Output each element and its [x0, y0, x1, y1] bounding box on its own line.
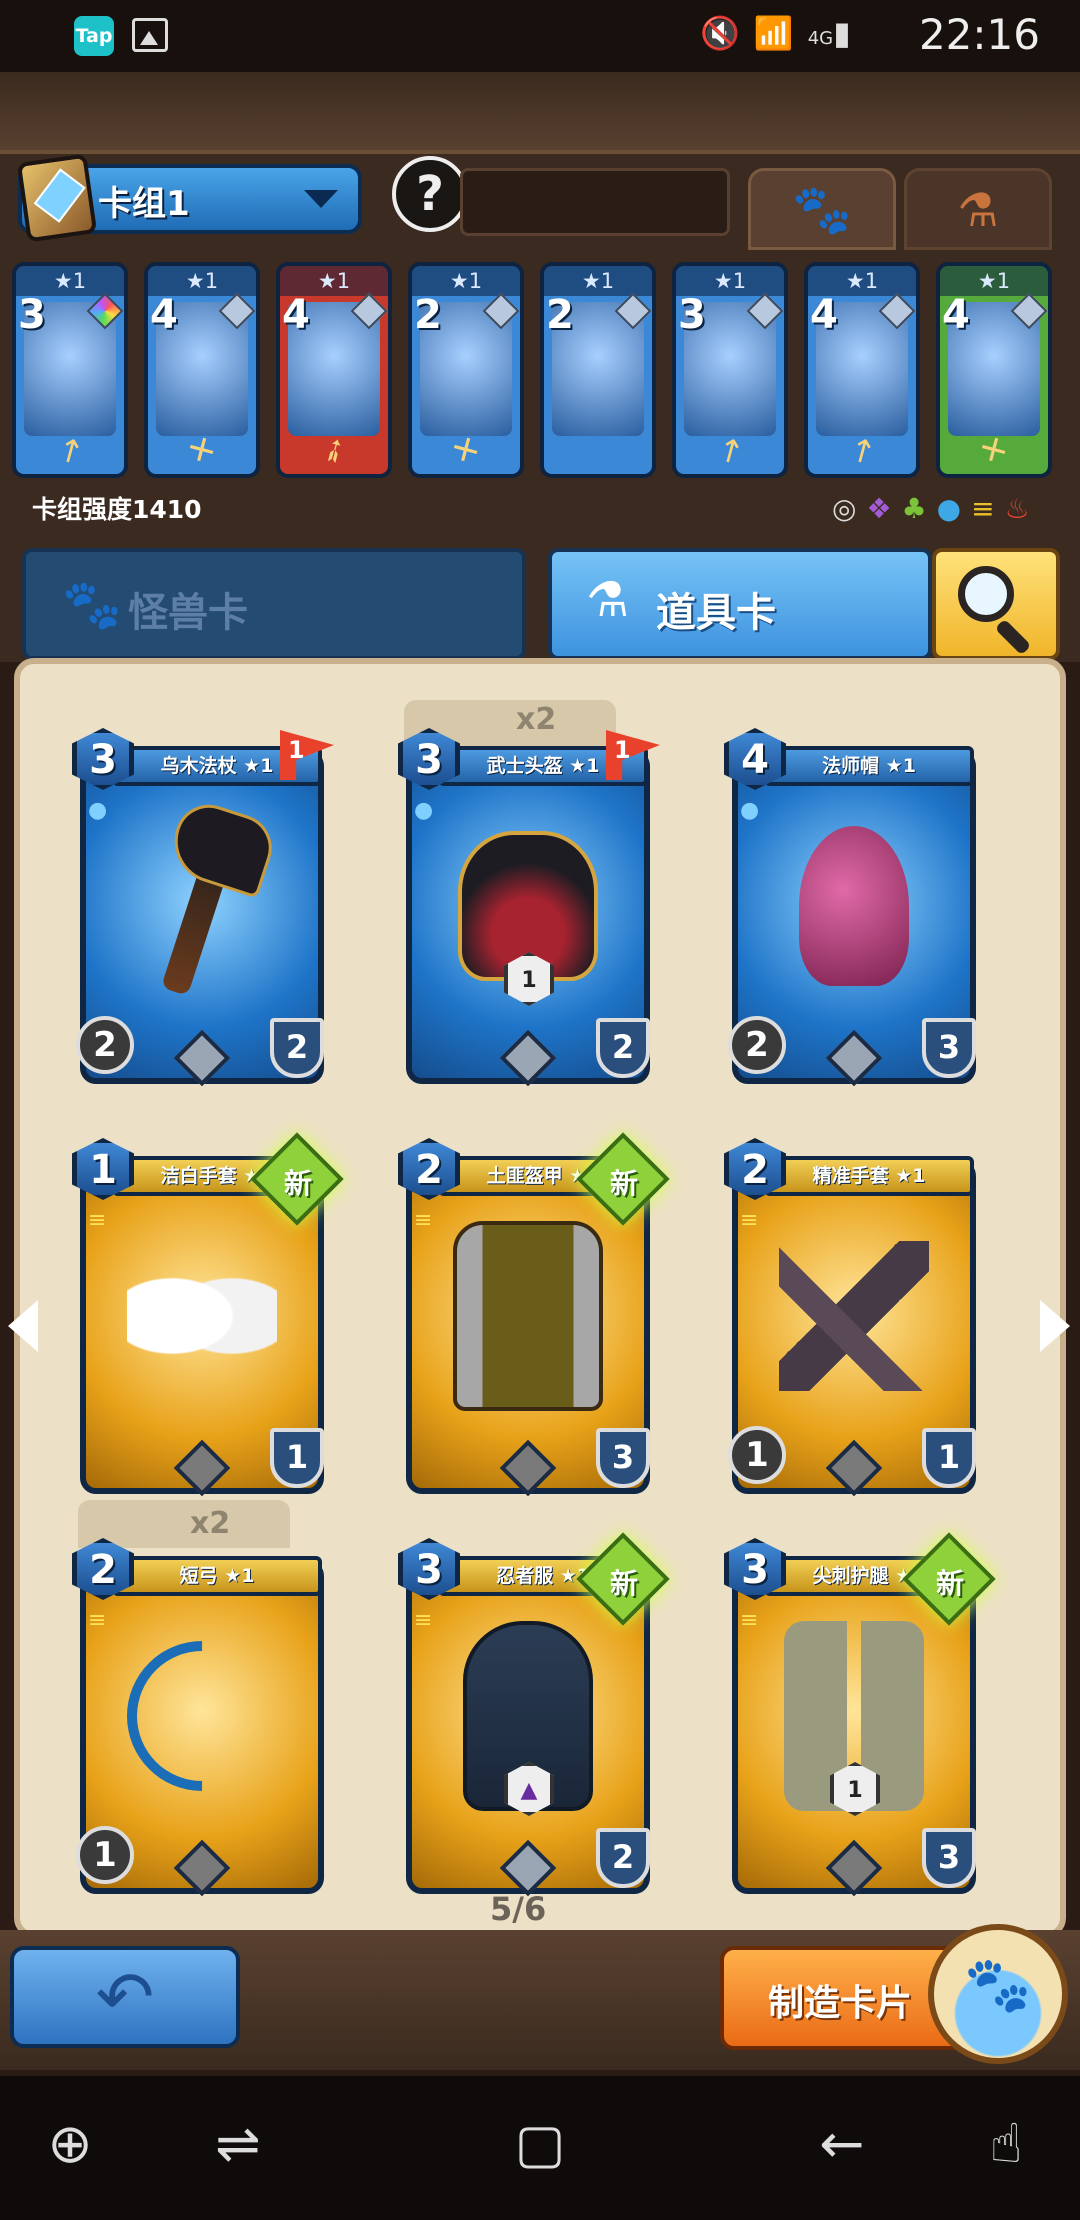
new-badge-label: 新: [609, 1567, 638, 1600]
previous-page-arrow[interactable]: [8, 1300, 38, 1352]
deck-card-cost: 3: [18, 292, 46, 338]
deck-card[interactable]: ★1 4 ✕: [144, 262, 260, 478]
craft-card-label: 制造卡片: [768, 1983, 913, 2024]
shield-stat: 2: [270, 1018, 324, 1078]
new-badge-label: 新: [935, 1567, 964, 1600]
item-card[interactable]: 土匪盔甲 ★1 2 ≡ 新 3: [398, 1132, 670, 1498]
deck-card-cost: 4: [282, 292, 310, 338]
shield-stat: 1: [922, 1428, 976, 1488]
deck-card[interactable]: ★1 4 ➶: [276, 262, 392, 478]
lightning-element-icon: ≡: [88, 1608, 107, 1633]
deck-book-icon: [16, 153, 98, 243]
shield-stat: 3: [922, 1828, 976, 1888]
deck-card-cost: 4: [810, 292, 838, 338]
paw-icon: 🐾: [62, 577, 122, 633]
chevron-down-icon[interactable]: [304, 190, 338, 208]
lightning-element-icon: ≡: [88, 1208, 107, 1233]
potion-icon: ⚗: [586, 572, 630, 628]
page-indicator: 5/6: [490, 1890, 547, 1928]
card-name: 精准手套 ★1: [764, 1156, 974, 1196]
tab-monster-label: 怪兽卡: [128, 590, 248, 636]
range-stat: 1: [728, 1426, 786, 1484]
tab-item-label: 道具卡: [656, 590, 776, 636]
system-status-icons: 🔇📶4G▮: [700, 14, 865, 52]
deck-card-cost: 2: [546, 292, 574, 338]
deck-card[interactable]: ★1 2: [540, 262, 656, 478]
item-card[interactable]: 尖刺护腿 ★1 3 ≡ 新 1 3: [724, 1532, 996, 1898]
game-tools-icon[interactable]: ⊕: [30, 2112, 110, 2175]
lightning-element-icon: ≡: [414, 1208, 433, 1233]
wizard-hat-art: [776, 806, 932, 1006]
water-element-icon: ●: [740, 798, 760, 823]
shield-stat: 3: [922, 1018, 976, 1078]
range-stat: 1: [76, 1826, 134, 1884]
new-badge-label: 新: [609, 1167, 638, 1200]
item-card[interactable]: 短弓 ★1 2 ≡ 1: [72, 1538, 334, 1898]
craft-orb-icon[interactable]: 🐾: [928, 1924, 1068, 2064]
deck-title: 卡组1: [98, 184, 190, 224]
back-button[interactable]: ↶: [10, 1946, 240, 2048]
lightning-element-icon: ≡: [740, 1208, 759, 1233]
back-nav-icon[interactable]: ←: [802, 2112, 882, 2175]
water-element-icon: ●: [414, 798, 434, 823]
recent-apps-icon[interactable]: ⇌: [198, 2112, 278, 2175]
bandit-armor-art: [450, 1216, 606, 1416]
deck-card-cost: 4: [150, 292, 178, 338]
item-card[interactable]: 武士头盔 ★1 3 ● 1 1 2: [398, 728, 660, 1088]
help-avatar-icon[interactable]: ?: [392, 156, 468, 232]
clock: 22:16: [918, 10, 1040, 59]
deck-card[interactable]: ★1 3 ↗: [672, 262, 788, 478]
card-name: 法师帽 ★1: [764, 746, 974, 786]
shield-stat: 3: [596, 1428, 650, 1488]
network-label: 4G: [807, 28, 834, 49]
white-gloves-art: [124, 1216, 280, 1416]
water-element-icon: ●: [88, 798, 108, 823]
item-card[interactable]: 法师帽 ★1 4 ● 2 3: [724, 728, 986, 1088]
lightning-element-icon: ≡: [740, 1608, 759, 1633]
deck-cards-row: ★1 3 ↗ ★1 4 ✕ ★1 4 ➶ ★1 2 ✕ ★1 2 ★1 3 ↗: [12, 262, 1062, 482]
home-icon[interactable]: ▢: [500, 2112, 580, 2175]
item-card[interactable]: 精准手套 ★1 2 ≡ 1 1: [724, 1138, 986, 1498]
card-name: 短弓 ★1: [112, 1556, 322, 1596]
deck-card[interactable]: ★1 2 ✕: [408, 262, 524, 478]
deck-card[interactable]: ★1 4 ✕: [936, 262, 1052, 478]
element-filter-icons[interactable]: ◎❖♣●≡♨: [832, 492, 1040, 525]
tap-app-icon: Tap: [74, 16, 114, 56]
potion-tab-icon[interactable]: ⚗: [904, 168, 1052, 250]
ebony-staff-art: [124, 806, 280, 1006]
range-stat: 2: [76, 1016, 134, 1074]
stack-count: x2: [190, 1506, 231, 1541]
precision-gloves-art: [776, 1216, 932, 1416]
gallery-icon: [132, 18, 168, 52]
search-icon: [958, 566, 1014, 622]
paw-tab-icon[interactable]: 🐾: [748, 168, 896, 250]
lightning-element-icon: ≡: [414, 1608, 433, 1633]
back-arrow-icon: ↶: [95, 1956, 155, 2038]
next-page-arrow[interactable]: [1040, 1300, 1070, 1352]
deck-card-cost: 4: [942, 292, 970, 338]
short-bow-art: [95, 1609, 309, 1823]
deck-card[interactable]: ★1 3 ↗: [12, 262, 128, 478]
shield-stat: 1: [270, 1428, 324, 1488]
item-card[interactable]: 洁白手套 ★1 1 ≡ 新 1: [72, 1132, 344, 1498]
deck-card[interactable]: ★1 4 ↗: [804, 262, 920, 478]
item-card[interactable]: 乌木法杖 ★1 3 ● 1 2 2: [72, 728, 334, 1088]
wood-frame-top: [0, 72, 1080, 152]
deck-power-label: 卡组强度1410: [32, 495, 202, 524]
shield-stat: 2: [596, 1828, 650, 1888]
range-stat: 2: [728, 1016, 786, 1074]
player-name-bar: [460, 168, 730, 236]
new-badge-label: 新: [283, 1167, 312, 1200]
item-card[interactable]: 忍者服 ★1 3 ≡ 新 ▲ 2: [398, 1532, 670, 1898]
deck-card-cost: 3: [678, 292, 706, 338]
touch-assist-icon[interactable]: ☝: [966, 2112, 1046, 2175]
shield-stat: 2: [596, 1018, 650, 1078]
deck-card-cost: 2: [414, 292, 442, 338]
